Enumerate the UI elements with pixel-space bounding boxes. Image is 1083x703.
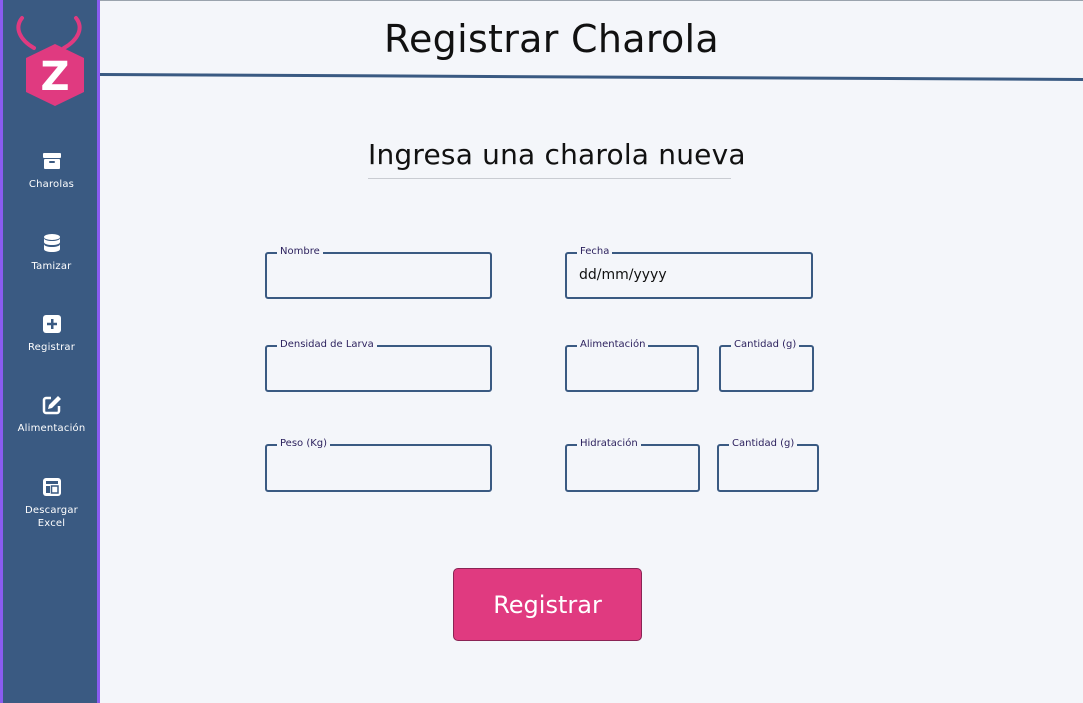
subtitle-divider: [368, 178, 731, 179]
sidebar: Z Charolas Tamizar Registrar Alimentació…: [0, 0, 100, 703]
sidebar-item-charolas[interactable]: Charolas: [3, 150, 100, 191]
table-icon: [42, 478, 61, 496]
alimentacion-label: Alimentación: [577, 338, 649, 352]
fecha-input[interactable]: [579, 267, 803, 283]
sidebar-item-label: Registrar: [27, 342, 76, 353]
sidebar-item-alimentacion[interactable]: Alimentación: [3, 394, 100, 435]
hidratacion-field[interactable]: Hidratación: [565, 437, 700, 492]
database-icon: [43, 234, 60, 252]
logo-icon: Z: [16, 16, 84, 106]
cantidad-alimento-field[interactable]: Cantidad (g): [719, 338, 814, 392]
alimentacion-input[interactable]: [579, 360, 689, 376]
sidebar-item-tamizar[interactable]: Tamizar: [3, 232, 100, 273]
registrar-button[interactable]: Registrar: [453, 568, 642, 641]
fecha-label: Fecha: [577, 245, 613, 259]
sidebar-item-label: Alimentación: [17, 423, 86, 434]
page-title: Registrar Charola: [384, 17, 719, 61]
peso-input[interactable]: [279, 459, 482, 475]
form-subtitle: Ingresa una charola nueva: [368, 138, 746, 171]
header-divider: [100, 73, 1083, 81]
sidebar-item-label: Charolas: [28, 179, 75, 190]
alimentacion-field[interactable]: Alimentación: [565, 338, 699, 392]
cantidad-alimento-label: Cantidad (g): [731, 338, 800, 352]
nombre-field[interactable]: Nombre: [265, 245, 492, 299]
cantidad-alimento-input[interactable]: [733, 360, 804, 376]
cantidad-hidratacion-input[interactable]: [731, 459, 809, 475]
peso-field[interactable]: Peso (Kg): [265, 437, 492, 492]
peso-label: Peso (Kg): [277, 437, 331, 451]
sidebar-item-label: Tamizar: [31, 261, 72, 272]
logo-letter: Z: [40, 54, 69, 100]
sidebar-item-registrar[interactable]: Registrar: [3, 313, 100, 354]
nombre-label: Nombre: [277, 245, 323, 259]
plus-square-icon: [42, 315, 61, 333]
densidad-larva-field[interactable]: Densidad de Larva: [265, 338, 492, 392]
hidratacion-label: Hidratación: [577, 437, 641, 451]
hidratacion-input[interactable]: [579, 459, 690, 475]
edit-icon: [42, 396, 61, 415]
densidad-larva-label: Densidad de Larva: [277, 338, 377, 352]
nombre-input[interactable]: [279, 267, 482, 283]
cantidad-hidratacion-field[interactable]: Cantidad (g): [717, 437, 819, 492]
app-logo[interactable]: Z: [12, 10, 92, 110]
densidad-larva-input[interactable]: [279, 360, 482, 376]
fecha-field[interactable]: Fecha: [565, 245, 813, 299]
archive-box-icon: [42, 153, 61, 169]
sidebar-item-descargar-excel[interactable]: Descargar Excel: [3, 476, 100, 530]
sidebar-item-label: Descargar Excel: [24, 505, 78, 529]
cantidad-hidratacion-label: Cantidad (g): [729, 437, 798, 451]
app-window: Z Charolas Tamizar Registrar Alimentació…: [0, 0, 1083, 703]
